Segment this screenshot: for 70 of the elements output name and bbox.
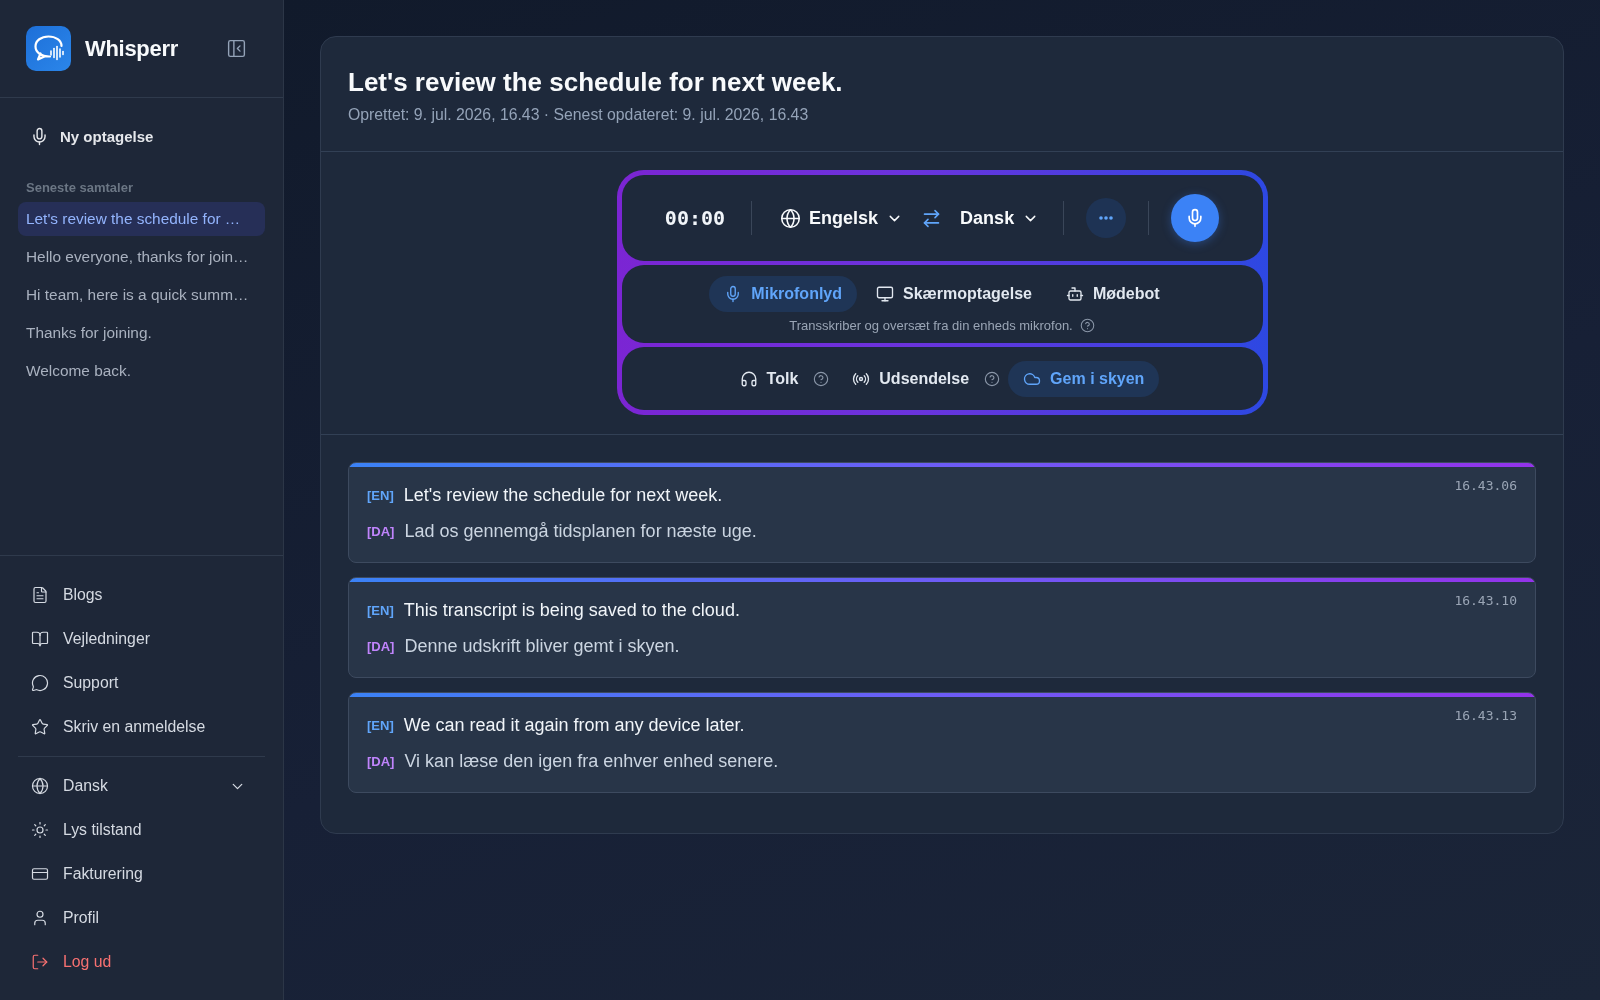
option-toggle[interactable]: Gem i skyen [1008, 360, 1160, 397]
conversation-title: Let's review the schedule for next week. [348, 66, 844, 98]
source-language-select[interactable]: Engelsk [778, 203, 906, 233]
timestamp: 16.43.06 [1454, 478, 1517, 493]
star-icon [31, 718, 49, 736]
transcript-text: Vi kan læse den igen fra enhver enhed senere. [404, 750, 779, 772]
language-tag: [DA] [367, 753, 395, 769]
document-icon [31, 586, 49, 604]
book-icon [31, 630, 49, 648]
sidebar-link[interactable]: Fakturering [18, 852, 265, 896]
conversation-dates: Oprettet: 9. jul. 2026, 16.43 · Senest opdateret: 9. jul. 2026, 16.43 [348, 106, 810, 124]
transcript-text: We can read it again from any device later. [403, 714, 745, 736]
language-tag: [EN] [367, 602, 394, 618]
transcript-text: Lad os gennemgå tidsplanen for næste uge. [404, 520, 757, 542]
transcript-text: Let's review the schedule for next week. [403, 484, 723, 506]
robot-icon [1065, 284, 1084, 303]
help-icon [1079, 317, 1095, 333]
sidebar-link[interactable]: Vejledninger [18, 617, 265, 661]
help-icon [813, 370, 830, 387]
logout-link[interactable]: Log ud [18, 940, 265, 984]
sidebar-link[interactable]: Blogs [18, 573, 265, 617]
person-icon [31, 909, 49, 927]
sidebar-collapse-icon [226, 38, 247, 59]
logout-icon [31, 953, 49, 971]
source-mode-tab[interactable]: Skærmoptagelse [861, 275, 1047, 312]
speech-bubble-icon [31, 674, 49, 692]
more-icon [1099, 216, 1114, 220]
option-toggle[interactable]: Udsendelse [837, 360, 985, 397]
transcript-text: Denne udskrift bliver gemt i skyen. [404, 635, 680, 657]
globe-icon [31, 777, 49, 795]
help-button[interactable] [813, 370, 830, 387]
conversation-item[interactable]: Hello everyone, thanks for join… [18, 240, 265, 274]
target-language-select[interactable]: Dansk [958, 203, 1042, 233]
help-icon [984, 370, 1001, 387]
more-options-button[interactable] [1086, 198, 1127, 238]
language-select[interactable]: Dansk [18, 764, 265, 808]
help-button[interactable] [1079, 317, 1095, 333]
conversation-item[interactable]: Welcome back. [18, 354, 265, 388]
card-icon [31, 865, 49, 883]
app-logo [26, 26, 71, 71]
language-tag: [EN] [367, 717, 394, 733]
sidebar-link[interactable]: Skriv en anmeldelse [18, 705, 265, 749]
headphones-icon [739, 369, 758, 388]
language-tag: [DA] [367, 638, 395, 654]
timestamp: 16.43.10 [1454, 593, 1517, 608]
record-button[interactable] [1171, 194, 1220, 242]
conversation-item[interactable]: Let's review the schedule for … [18, 202, 265, 236]
source-mode-tab[interactable]: Mikrofonlyd [709, 275, 858, 312]
timer-display: 00:00 [664, 206, 726, 230]
source-mode-tab[interactable]: Mødebot [1050, 275, 1175, 312]
help-button[interactable] [984, 370, 1001, 387]
collapse-sidebar-button[interactable] [226, 38, 247, 59]
sidebar-link[interactable]: Profil [18, 896, 265, 940]
monitor-icon [876, 284, 895, 303]
sidebar-link[interactable]: Support [18, 661, 265, 705]
brand-name: Whisperr [85, 35, 179, 62]
timestamp: 16.43.13 [1454, 708, 1517, 723]
section-heading: Seneste samtaler [26, 180, 134, 195]
conversation-item[interactable]: Hi team, here is a quick summ… [18, 278, 265, 312]
transcript-text: This transcript is being saved to the cloud. [403, 599, 740, 621]
option-toggle[interactable]: Tolk [724, 360, 814, 397]
sidebar-link[interactable]: Lys tilstand [18, 808, 265, 852]
language-tag: [DA] [367, 523, 395, 539]
microphone-icon [30, 127, 49, 146]
conversation-item[interactable]: Thanks for joining. [18, 316, 265, 350]
mode-description: Transskriber og oversæt fra din enheds mikrofon. [789, 317, 1073, 333]
globe-icon [780, 207, 802, 229]
sun-icon [31, 821, 49, 839]
language-tag: [EN] [367, 487, 394, 503]
new-recording-button[interactable]: Ny optagelse [18, 120, 166, 153]
